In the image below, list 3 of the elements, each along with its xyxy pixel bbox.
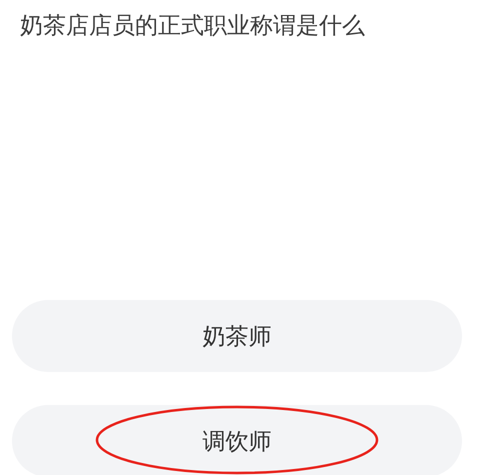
answer-option[interactable]: 调饮师 (12, 405, 462, 475)
answer-option[interactable]: 奶茶师 (12, 300, 462, 372)
question-text: 奶茶店店员的正式职业称谓是什么 (19, 12, 366, 41)
